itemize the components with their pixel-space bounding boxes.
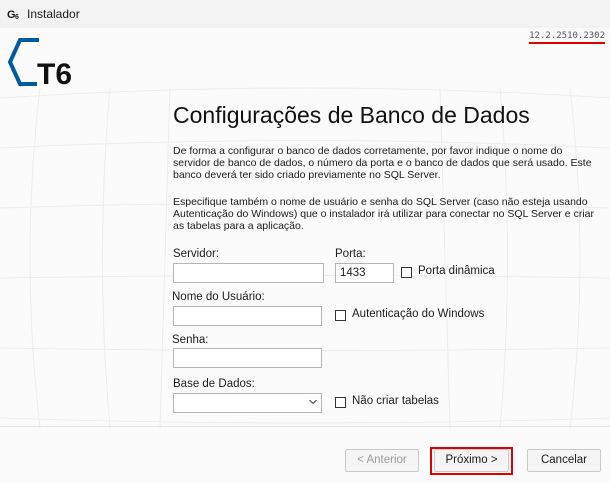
installer-client-area: T6 12.2.2510.2302 Configurações de Banco… [0,28,610,482]
username-label: Nome do Usuário: [172,291,265,303]
window-title: Instalador [27,7,80,21]
windows-auth-label[interactable]: Autenticação do Windows [352,308,484,320]
no-create-tables-checkbox[interactable] [335,397,346,408]
version-label: 12.2.2510.2302 [529,31,605,44]
port-label: Porta: [335,248,366,260]
svg-text:6: 6 [15,14,19,21]
svg-text:T6: T6 [37,58,72,88]
title-bar: G 6 Instalador [0,0,610,28]
database-label: Base de Dados: [173,378,255,390]
dynamic-port-label[interactable]: Porta dinâmica [418,265,495,277]
t6-logo: T6 [7,38,72,88]
server-label: Servidor: [173,248,220,260]
next-button-highlight: Próximo > [430,447,513,475]
app-icon: G 6 [7,9,19,21]
no-create-tables-label[interactable]: Não criar tabelas [352,395,439,407]
next-button[interactable]: Próximo > [434,449,509,472]
password-input[interactable] [173,348,322,368]
credentials-paragraph: Especifique também o nome de usuário e s… [173,196,594,232]
database-select[interactable] [173,393,322,413]
dynamic-port-checkbox[interactable] [401,267,412,278]
cancel-button[interactable]: Cancelar [527,449,601,472]
windows-auth-checkbox[interactable] [335,310,346,321]
previous-button[interactable]: < Anterior [345,449,419,472]
port-input[interactable] [335,263,394,283]
intro-paragraph: De forma a configurar o banco de dados c… [173,145,592,181]
server-input[interactable] [173,263,324,283]
background-world-grid [0,87,610,429]
footer-divider [0,426,610,427]
page-title: Configurações de Banco de Dados [173,102,530,128]
username-input[interactable] [173,306,322,326]
password-label: Senha: [172,334,209,346]
chevron-down-icon [309,399,317,405]
